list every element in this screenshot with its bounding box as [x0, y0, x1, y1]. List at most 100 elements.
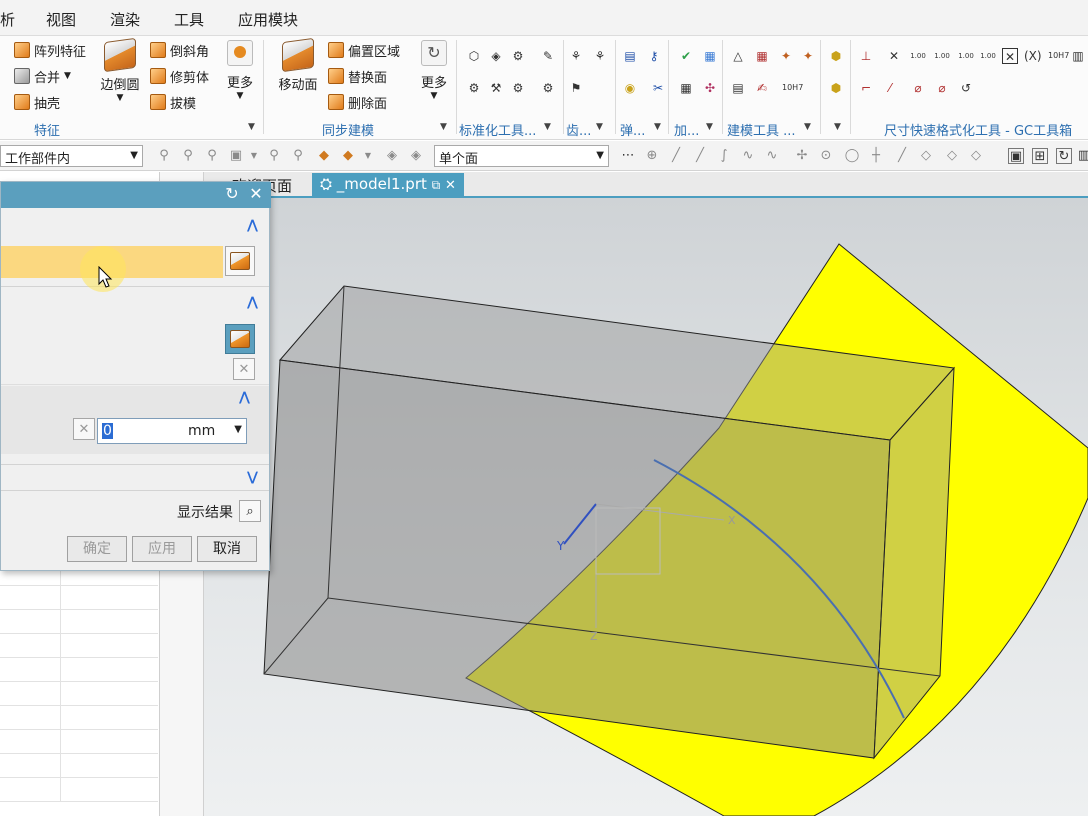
snap-circle-icon[interactable]: ◯ [844, 148, 860, 164]
add-tool-icon[interactable]: ✔ [678, 48, 694, 64]
menu-application[interactable]: 应用模块 [238, 9, 298, 30]
std-tool-icon[interactable]: ⬡ [466, 48, 482, 64]
sync-more-button[interactable]: ↻ 更多 ▼ [416, 40, 452, 101]
snap-center-icon[interactable]: ⊙ [818, 148, 834, 164]
gc-tool-icon[interactable]: ↺ [958, 80, 974, 96]
std-tool-icon[interactable]: ⚙ [510, 80, 526, 96]
more-icon[interactable]: ⋯ [620, 148, 636, 164]
modeling-tool-icon[interactable]: △ [730, 48, 746, 64]
reset-icon[interactable]: ↻ [223, 185, 241, 203]
cube-filter-icon[interactable]: ◈ [408, 148, 424, 164]
select-face-button[interactable] [225, 246, 255, 276]
edge-blend-button[interactable]: 边倒圆 ▼ [96, 37, 144, 103]
tab-model-file[interactable]: ⛭ _model1.prt ⧉ ✕ [312, 173, 464, 197]
undock-icon[interactable]: ⧉ [432, 178, 441, 192]
add-tool-icon[interactable]: ✣ [702, 80, 718, 96]
trim-body-button[interactable]: 修剪体 [150, 65, 209, 87]
view-icon[interactable]: ⊞ [1032, 148, 1048, 164]
edge-blend-dropdown-icon[interactable]: ▼ [96, 93, 144, 103]
table-row[interactable] [0, 778, 158, 802]
view-icon[interactable]: ↻ [1056, 148, 1072, 164]
reverse-direction-button[interactable]: ✕ [233, 358, 255, 380]
unite-button[interactable]: 合并 ▼ [14, 65, 71, 87]
add-tool-icon[interactable]: ▦ [678, 80, 694, 96]
gear-tool-icon[interactable]: ⚑ [568, 80, 584, 96]
modeling-tool-icon[interactable]: ▦ [754, 48, 770, 64]
gc-tool-icon[interactable]: 1.00 [958, 48, 974, 64]
modeling-tool-icon[interactable]: ✦ [800, 48, 816, 64]
add-tools-dropdown-icon[interactable]: ▼ [706, 122, 713, 132]
snap-point-icon[interactable]: ⊕ [644, 148, 660, 164]
add-tool-icon[interactable]: ▦ [702, 48, 718, 64]
menu-tools[interactable]: 工具 [174, 9, 204, 30]
table-row[interactable] [0, 658, 158, 682]
gc-tool-icon[interactable]: 10H7 [1048, 48, 1069, 64]
close-icon[interactable]: ✕ [247, 185, 265, 203]
snap-icon[interactable]: ◇ [968, 148, 984, 164]
gear-tool-icon[interactable]: ⚘ [568, 48, 584, 64]
snap-curve-icon[interactable]: ∫ [716, 148, 732, 164]
spring-tool-icon[interactable]: ⚷ [646, 48, 662, 64]
draft-button[interactable]: 拔模 [150, 91, 196, 113]
table-row[interactable] [0, 706, 158, 730]
menu-view[interactable]: 视图 [46, 9, 76, 30]
measure-button[interactable]: ✕ [73, 418, 95, 440]
unite-dropdown-icon[interactable]: ▼ [64, 71, 71, 81]
chevron-down-icon[interactable]: ▼ [246, 148, 262, 164]
expand-icon[interactable]: ⋁ [247, 470, 258, 485]
gc-tool-icon[interactable]: ⬢ [828, 80, 844, 96]
gc-tool-icon[interactable]: ▥ [1070, 48, 1086, 64]
menu-analysis[interactable]: 析 [0, 9, 15, 30]
collapse-icon[interactable]: ⋀ [247, 218, 258, 233]
table-row[interactable] [0, 730, 158, 754]
replace-face-button[interactable]: 替换面 [328, 65, 387, 87]
feature-more-button[interactable]: 更多 ▼ [222, 40, 258, 101]
std-tool-icon[interactable]: ⚙ [540, 80, 556, 96]
gc-tool-icon[interactable]: 1.00 [934, 48, 950, 64]
distance-input[interactable]: 0 mm ▼ [97, 418, 247, 444]
filter-icon[interactable]: ▣ [228, 148, 244, 164]
spring-tool-icon[interactable]: ✂ [650, 80, 666, 96]
gc-tool-icon[interactable]: 1.00 [910, 48, 926, 64]
gc-tool-icon[interactable]: (X) [1024, 48, 1042, 64]
gc-tool-icon[interactable]: ⊥ [858, 48, 874, 64]
snap-icon[interactable]: ◇ [918, 148, 934, 164]
dialog-titlebar[interactable]: ↻ ✕ [1, 182, 271, 208]
snap-curve-icon[interactable]: ∿ [740, 148, 756, 164]
cube-filter-icon[interactable]: ◈ [384, 148, 400, 164]
gear-tools-dropdown-icon[interactable]: ▼ [596, 122, 603, 132]
collapse-icon[interactable]: ⋀ [239, 390, 250, 405]
extra-tools-dropdown-icon[interactable]: ▼ [834, 122, 841, 132]
filter-icon[interactable]: ⚲ [156, 148, 172, 164]
modeling-tool-icon[interactable]: ✍ [754, 80, 770, 96]
delete-face-button[interactable]: 删除面 [328, 91, 387, 113]
cube-filter-icon[interactable]: ◆ [340, 148, 356, 164]
table-row[interactable] [0, 634, 158, 658]
spring-tools-dropdown-icon[interactable]: ▼ [654, 122, 661, 132]
table-row[interactable] [0, 682, 158, 706]
snap-icon[interactable]: ✢ [794, 148, 810, 164]
chevron-down-icon[interactable]: ▼ [360, 148, 376, 164]
view-icon[interactable]: ▥ [1076, 148, 1088, 164]
snap-icon[interactable]: ◇ [944, 148, 960, 164]
modeling-tool-icon[interactable]: 10H7 [782, 80, 803, 96]
gc-tool-icon[interactable]: ⌀ [910, 80, 926, 96]
menu-render[interactable]: 渲染 [110, 9, 140, 30]
graphics-window[interactable]: Y Z X [204, 198, 1088, 816]
modeling-tool-icon[interactable]: ▤ [730, 80, 746, 96]
gc-tool-icon[interactable]: ✕ [886, 48, 902, 64]
std-tool-icon[interactable]: ⚙ [510, 48, 526, 64]
gc-tool-icon[interactable]: ⬢ [828, 48, 844, 64]
filter-icon[interactable]: ⚲ [180, 148, 196, 164]
snap-icon[interactable]: ┼ [868, 148, 884, 164]
gc-tool-icon[interactable]: ⁄ [882, 80, 898, 96]
cancel-button[interactable]: 取消 [197, 536, 257, 562]
collapse-icon[interactable]: ⋀ [247, 295, 258, 310]
snap-icon[interactable]: ⚲ [290, 148, 306, 164]
offset-region-button[interactable]: 偏置区域 [328, 39, 400, 61]
table-row[interactable] [0, 754, 158, 778]
std-tool-icon[interactable]: ⚒ [488, 80, 504, 96]
standard-tools-dropdown-icon[interactable]: ▼ [544, 122, 551, 132]
table-row[interactable] [0, 610, 158, 634]
shell-button[interactable]: 抽壳 [14, 91, 60, 113]
